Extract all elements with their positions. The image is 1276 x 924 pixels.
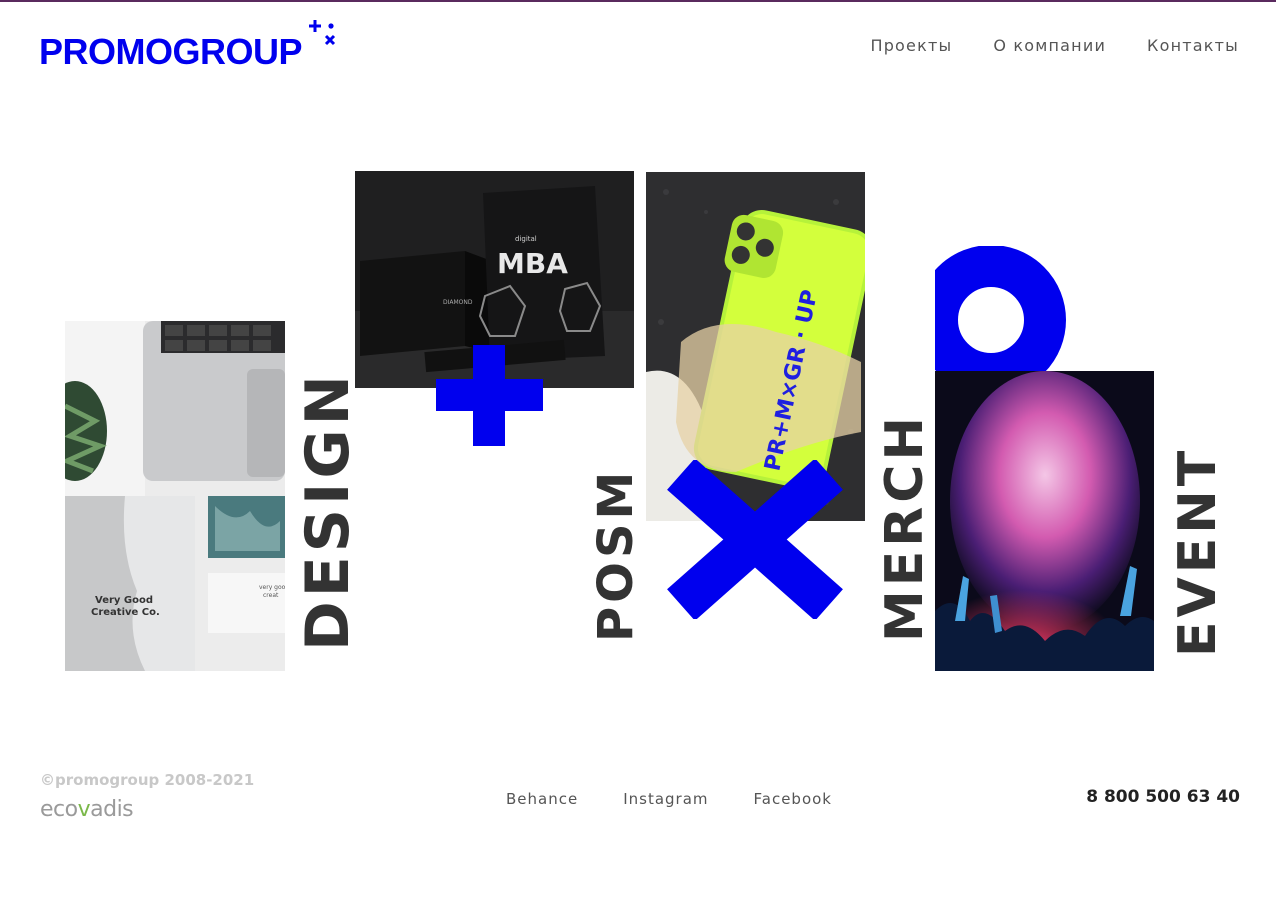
hero-word-design[interactable]: DESIGN [293, 371, 363, 651]
social-behance-link[interactable]: Behance [506, 790, 578, 808]
hero-word-posm[interactable]: POSM [588, 468, 644, 642]
social-facebook-link[interactable]: Facebook [754, 790, 832, 808]
svg-text:very good: very good [259, 584, 285, 591]
main-nav: Проекты О компании Контакты [870, 36, 1239, 55]
social-links: Behance Instagram Facebook [506, 790, 832, 808]
svg-text:creat: creat [263, 592, 279, 599]
hero-word-event[interactable]: EVENT [1168, 447, 1228, 657]
nav-item-projects[interactable]: Проекты [870, 36, 952, 55]
plus-shape [436, 345, 543, 446]
nav-item-contacts[interactable]: Контакты [1147, 36, 1239, 55]
social-instagram-link[interactable]: Instagram [623, 790, 708, 808]
svg-text:Creative Co.: Creative Co. [91, 607, 160, 618]
ecovadis-part: adis [90, 797, 134, 822]
ecovadis-logo[interactable]: ecovadis [40, 797, 134, 822]
event-photo[interactable] [935, 371, 1154, 671]
logo-plus-cross-icon [309, 20, 336, 46]
design-photo[interactable]: Very Good Creative Co. very good creat [65, 321, 285, 671]
cross-shape [667, 460, 843, 619]
svg-text:digital: digital [515, 235, 537, 243]
top-border [0, 0, 1276, 2]
nav-item-about[interactable]: О компании [993, 36, 1106, 55]
logo-text: PROMOGROUP [39, 31, 303, 72]
hero-word-merch[interactable]: MERCH [875, 413, 935, 642]
ecovadis-v: v [77, 797, 91, 822]
ecovadis-part: eco [40, 797, 78, 822]
phone-number[interactable]: 8 800 500 63 40 [1086, 787, 1240, 807]
copyright: ©promogroup 2008-2021 [40, 771, 255, 789]
card-text: Very Good Creative Co. [91, 595, 160, 618]
svg-text:DIAMOND: DIAMOND [443, 299, 473, 306]
svg-text:MBA: MBA [497, 247, 568, 280]
svg-text:Very Good: Very Good [95, 595, 153, 606]
